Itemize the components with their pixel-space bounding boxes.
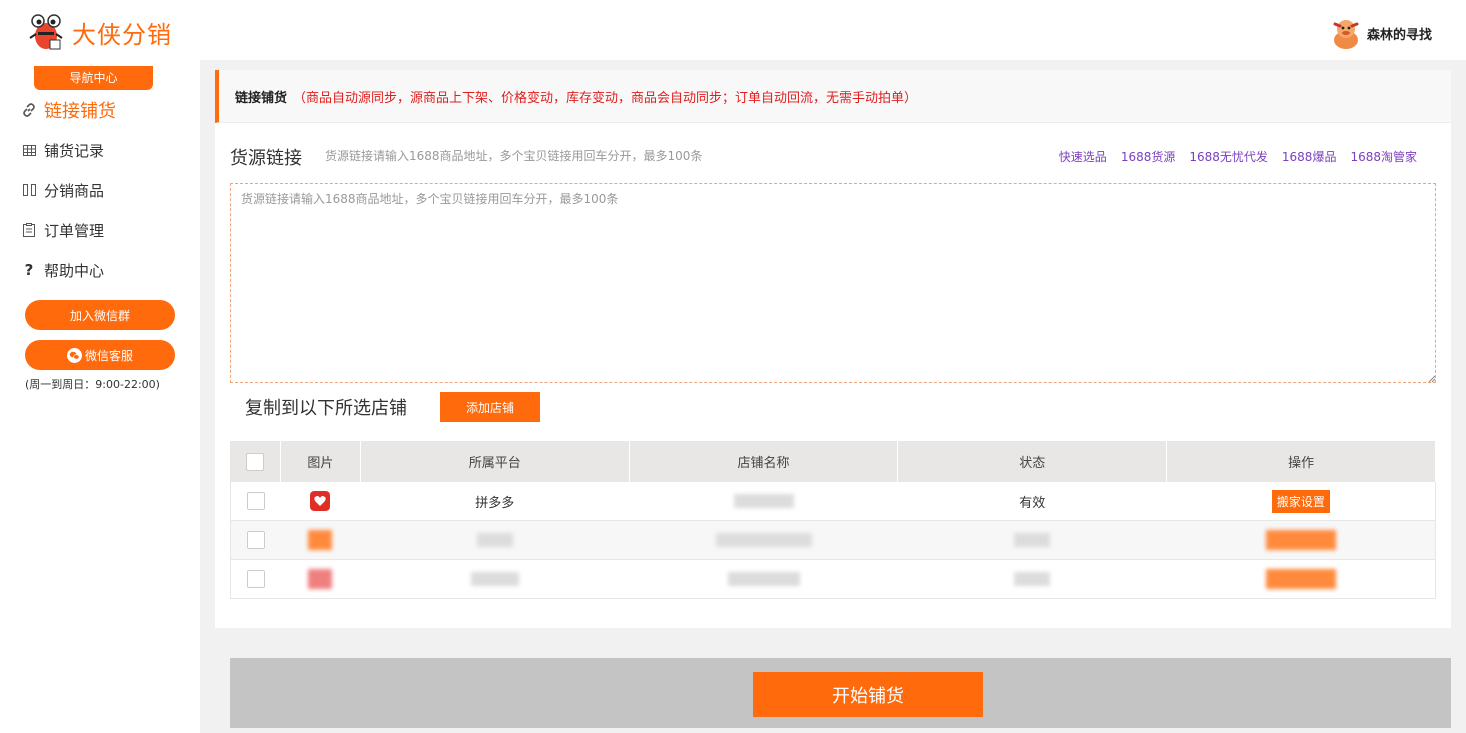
service-hours: (周一到周日：9:00-22:00) (25, 378, 160, 391)
row-image-cell (280, 520, 361, 560)
sidebar-item-label: 分销商品 (44, 181, 105, 200)
brand-name: 大侠分销 (72, 20, 172, 49)
sidebar-item-label: 铺货记录 (44, 141, 105, 160)
quick-link-1688-dropship[interactable]: 1688无忧代发 (1189, 148, 1268, 165)
row-select-cell (230, 559, 281, 599)
row-action-cell: 搬家设置 (1166, 481, 1436, 521)
column-header-status: 状态 (897, 441, 1168, 482)
sidebar-item-label: 订单管理 (44, 221, 105, 240)
copy-to-stores-title: 复制到以下所选店铺 (245, 398, 407, 419)
quick-link-1688-hot[interactable]: 1688爆品 (1282, 148, 1337, 165)
row-image-cell (280, 559, 361, 599)
avatar (1333, 20, 1359, 49)
table-row: 拼多多 有效 搬家设置 (230, 481, 1436, 521)
row-store-name (629, 481, 898, 521)
user-profile[interactable]: 森林的寻找 (1329, 16, 1432, 50)
source-links-input[interactable] (230, 183, 1436, 383)
redacted-status (1014, 572, 1051, 586)
move-settings-button[interactable]: 搬家设置 (1271, 489, 1330, 513)
resize-grip-icon[interactable] (1426, 373, 1436, 383)
table-row (230, 559, 1436, 599)
quick-link-1688-taoguanjia[interactable]: 1688淘管家 (1350, 148, 1417, 165)
redacted-platform (470, 572, 519, 586)
section-header: 链接铺货 （商品自动源同步，源商品上下架、价格变动，库存变动，商品会自动同步；订… (215, 70, 1451, 123)
column-header-action: 操作 (1166, 441, 1436, 482)
sidebar-item-label: 链接铺货 (44, 101, 116, 122)
user-name: 森林的寻找 (1366, 27, 1432, 43)
join-wechat-group-button[interactable]: 加入微信群 (25, 300, 175, 330)
redacted-store-name (715, 533, 812, 547)
section-title: 链接铺货 (235, 90, 288, 106)
row-checkbox[interactable] (246, 531, 265, 549)
join-wechat-group-label: 加入微信群 (69, 308, 130, 323)
row-store-name (629, 520, 898, 560)
row-status: 有效 (897, 481, 1167, 521)
redacted-action-button[interactable] (1265, 569, 1336, 589)
store-table: 图片 所属平台 店铺名称 状态 操作 拼多多 有效 搬家设置 (230, 441, 1436, 599)
row-status (897, 520, 1167, 560)
sidebar-item-listing-records[interactable]: 铺货记录 (0, 130, 200, 170)
wechat-service-button[interactable]: 微信客服 (25, 340, 175, 370)
select-all-checkbox[interactable] (246, 452, 265, 471)
sidebar: 导航中心 链接铺货 铺货记录 分销商品 订单管理 ? 帮助中心 加入微信群 微信… (0, 60, 200, 733)
row-action-cell (1166, 520, 1436, 560)
wechat-service-label: 微信客服 (84, 348, 133, 363)
link-icon (22, 103, 36, 117)
sidebar-item-distribution-products[interactable]: 分销商品 (0, 170, 200, 210)
table-icon (22, 143, 36, 157)
sidebar-item-label: 帮助中心 (44, 261, 105, 280)
table-header-row: 图片 所属平台 店铺名称 状态 操作 (230, 441, 1436, 482)
lobster-mascot-icon (29, 14, 63, 50)
row-store-name (629, 559, 898, 599)
column-header-image: 图片 (280, 441, 361, 482)
source-links-hint: 货源链接请输入1688商品地址，多个宝贝链接用回车分开，最多100条 (325, 149, 703, 163)
redacted-platform (476, 533, 513, 547)
sidebar-nav: 链接铺货 铺货记录 分销商品 订单管理 ? 帮助中心 (0, 90, 200, 290)
sidebar-item-help-center[interactable]: ? 帮助中心 (0, 250, 200, 290)
redacted-action-button[interactable] (1265, 530, 1336, 550)
quick-link-select-products[interactable]: 快速选品 (1059, 148, 1107, 165)
row-platform (360, 520, 630, 560)
row-select-cell (230, 481, 281, 521)
select-all-cell (230, 441, 281, 482)
top-header: 大侠分销 森林的寻找 (0, 0, 1466, 60)
row-checkbox[interactable] (246, 570, 265, 588)
row-platform (360, 559, 630, 599)
row-checkbox[interactable] (246, 492, 265, 510)
redacted-platform-logo (308, 530, 333, 550)
wechat-icon (66, 347, 82, 363)
clipboard-icon (22, 223, 36, 237)
row-action-cell (1166, 559, 1436, 599)
redacted-platform-logo (308, 569, 333, 589)
start-listing-button[interactable]: 开始铺货 (753, 672, 983, 717)
quick-links: 快速选品 1688货源 1688无忧代发 1688爆品 1688淘管家 (1059, 148, 1417, 165)
question-icon: ? (24, 261, 34, 279)
column-header-platform: 所属平台 (360, 441, 630, 482)
main-panel: 链接铺货 （商品自动源同步，源商品上下架、价格变动，库存变动，商品会自动同步；订… (215, 70, 1451, 628)
columns-icon (22, 183, 36, 197)
sidebar-item-order-management[interactable]: 订单管理 (0, 210, 200, 250)
row-select-cell (230, 520, 281, 560)
row-image-cell (280, 481, 361, 521)
table-row (230, 520, 1436, 560)
redacted-store-name (733, 494, 794, 508)
redacted-status (1014, 533, 1051, 547)
nav-center-tab[interactable]: 导航中心 (34, 66, 153, 90)
quick-link-1688-sources[interactable]: 1688货源 (1121, 148, 1176, 165)
source-links-title: 货源链接 (230, 148, 302, 169)
section-note: （商品自动源同步，源商品上下架、价格变动，库存变动，商品会自动同步；订单自动回流… (293, 90, 918, 106)
row-platform: 拼多多 (360, 481, 630, 521)
row-status (897, 559, 1167, 599)
add-store-button[interactable]: 添加店铺 (440, 392, 540, 422)
bottom-action-bar: 开始铺货 (230, 658, 1451, 728)
pinduoduo-logo-icon (310, 491, 331, 511)
column-header-store-name: 店铺名称 (629, 441, 899, 482)
sidebar-item-link-listing[interactable]: 链接铺货 (0, 90, 200, 130)
redacted-store-name (727, 572, 800, 586)
brand-logo[interactable]: 大侠分销 (26, 12, 172, 52)
